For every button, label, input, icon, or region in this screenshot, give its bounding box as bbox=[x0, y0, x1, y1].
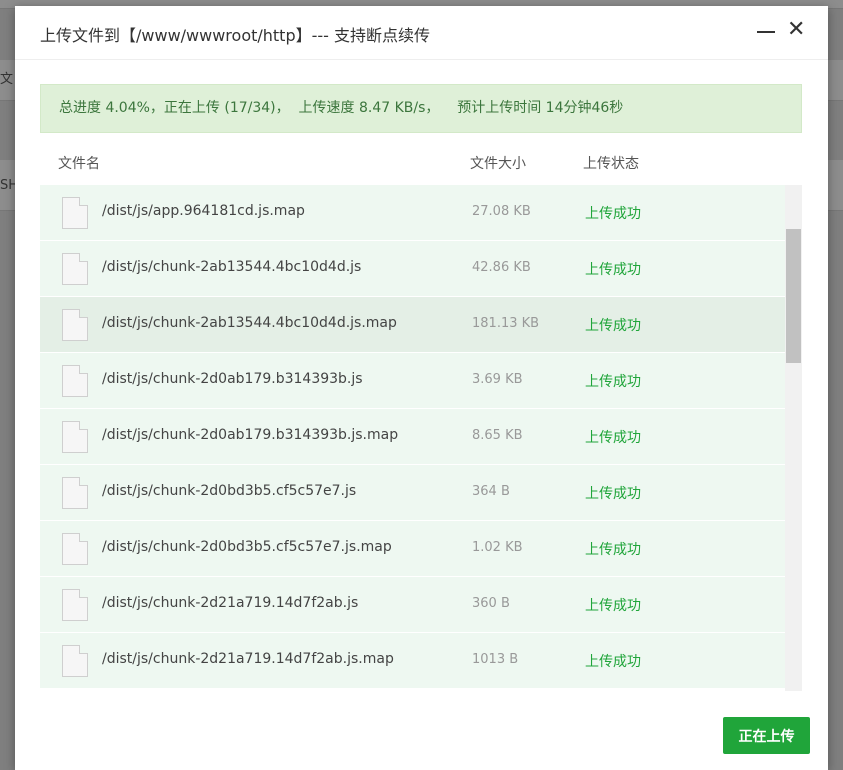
file-name: /dist/js/chunk-2ab13544.4bc10d4d.js bbox=[102, 259, 362, 275]
table-row: /dist/js/chunk-2d0bd3b5.cf5c57e7.js.map … bbox=[40, 521, 785, 577]
uploading-button[interactable]: 正在上传 bbox=[723, 717, 810, 754]
file-icon bbox=[62, 533, 88, 565]
file-name: /dist/js/chunk-2d21a719.14d7f2ab.js bbox=[102, 595, 359, 611]
upload-status: 上传成功 bbox=[585, 262, 641, 278]
file-name: /dist/js/chunk-2d21a719.14d7f2ab.js.map bbox=[102, 651, 394, 667]
file-size: 27.08 KB bbox=[472, 204, 531, 219]
file-size: 3.69 KB bbox=[472, 372, 523, 387]
file-size: 181.13 KB bbox=[472, 316, 540, 331]
file-list-rows: /dist/js/app.964181cd.js.map 27.08 KB 上传… bbox=[40, 185, 785, 689]
file-size: 1.02 KB bbox=[472, 540, 523, 555]
close-icon[interactable]: ✕ bbox=[787, 18, 805, 42]
progress-text: 总进度 4.04%，正在上传 (17/34)， 上传速度 8.47 KB/s， … bbox=[59, 100, 624, 116]
file-name: /dist/js/app.964181cd.js.map bbox=[102, 203, 305, 219]
scrollbar-thumb[interactable] bbox=[786, 229, 801, 363]
file-name: /dist/js/chunk-2d0bd3b5.cf5c57e7.js bbox=[102, 483, 357, 499]
upload-status: 上传成功 bbox=[585, 542, 641, 558]
file-icon bbox=[62, 421, 88, 453]
scrollbar[interactable] bbox=[785, 185, 802, 691]
table-header: 文件名 文件大小 上传状态 bbox=[40, 141, 802, 186]
upload-status: 上传成功 bbox=[585, 318, 641, 334]
file-name: /dist/js/chunk-2ab13544.4bc10d4d.js.map bbox=[102, 315, 397, 331]
dialog-title: 上传文件到【/www/wwwroot/http】--- 支持断点续传 bbox=[40, 26, 431, 45]
background-side-text: 文 bbox=[0, 72, 14, 87]
dialog-header: 上传文件到【/www/wwwroot/http】--- 支持断点续传 ✕ bbox=[15, 6, 828, 60]
progress-banner: 总进度 4.04%，正在上传 (17/34)， 上传速度 8.47 KB/s， … bbox=[40, 84, 802, 133]
table-row: /dist/js/chunk-2ab13544.4bc10d4d.js 42.8… bbox=[40, 241, 785, 297]
file-name: /dist/js/chunk-2d0ab179.b314393b.js.map bbox=[102, 427, 399, 443]
upload-status: 上传成功 bbox=[585, 598, 641, 614]
file-name: /dist/js/chunk-2d0ab179.b314393b.js bbox=[102, 371, 363, 387]
file-icon bbox=[62, 309, 88, 341]
minimize-icon[interactable] bbox=[757, 18, 775, 33]
column-header-name: 文件名 bbox=[58, 156, 100, 172]
file-size: 42.86 KB bbox=[472, 260, 531, 275]
file-icon bbox=[62, 365, 88, 397]
upload-dialog: 上传文件到【/www/wwwroot/http】--- 支持断点续传 ✕ 总进度… bbox=[15, 6, 828, 770]
file-icon bbox=[62, 589, 88, 621]
file-icon bbox=[62, 197, 88, 229]
file-name: /dist/js/chunk-2d0bd3b5.cf5c57e7.js.map bbox=[102, 539, 392, 555]
table-row: /dist/js/chunk-2d21a719.14d7f2ab.js 360 … bbox=[40, 577, 785, 633]
file-size: 8.65 KB bbox=[472, 428, 523, 443]
upload-status: 上传成功 bbox=[585, 206, 641, 222]
table-row: /dist/js/chunk-2d0ab179.b314393b.js 3.69… bbox=[40, 353, 785, 409]
table-row: /dist/js/chunk-2d21a719.14d7f2ab.js.map … bbox=[40, 633, 785, 689]
file-size: 364 B bbox=[472, 484, 510, 499]
file-icon bbox=[62, 253, 88, 285]
file-size: 1013 B bbox=[472, 652, 519, 667]
file-icon bbox=[62, 477, 88, 509]
table-row: /dist/js/chunk-2d0bd3b5.cf5c57e7.js 364 … bbox=[40, 465, 785, 521]
upload-status: 上传成功 bbox=[585, 654, 641, 670]
upload-status: 上传成功 bbox=[585, 486, 641, 502]
column-header-size: 文件大小 bbox=[470, 156, 526, 172]
file-size: 360 B bbox=[472, 596, 510, 611]
table-row: /dist/js/app.964181cd.js.map 27.08 KB 上传… bbox=[40, 185, 785, 241]
upload-status: 上传成功 bbox=[585, 430, 641, 446]
column-header-status: 上传状态 bbox=[583, 156, 639, 172]
table-row: /dist/js/chunk-2d0ab179.b314393b.js.map … bbox=[40, 409, 785, 465]
file-list[interactable]: /dist/js/app.964181cd.js.map 27.08 KB 上传… bbox=[40, 185, 802, 691]
file-icon bbox=[62, 645, 88, 677]
upload-status: 上传成功 bbox=[585, 374, 641, 390]
table-row: /dist/js/chunk-2ab13544.4bc10d4d.js.map … bbox=[40, 297, 785, 353]
